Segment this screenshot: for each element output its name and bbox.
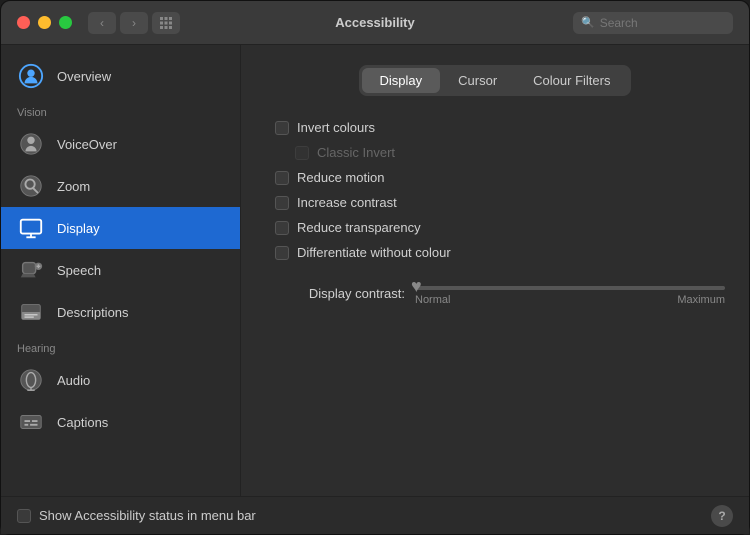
invert-colours-checkbox[interactable] bbox=[275, 121, 289, 135]
grid-button[interactable] bbox=[152, 12, 180, 34]
forward-button[interactable]: › bbox=[120, 12, 148, 34]
tab-display[interactable]: Display bbox=[362, 68, 441, 93]
search-input[interactable] bbox=[600, 16, 725, 30]
forward-icon: › bbox=[132, 16, 136, 30]
window: ‹ › Accessibility 🔍 bbox=[0, 0, 750, 535]
search-bar[interactable]: 🔍 bbox=[573, 12, 733, 34]
slider-labels: Normal Maximum bbox=[415, 294, 725, 306]
overview-icon bbox=[17, 62, 45, 90]
reduce-transparency-label: Reduce transparency bbox=[297, 220, 421, 235]
close-button[interactable] bbox=[17, 16, 30, 29]
traffic-lights bbox=[17, 16, 72, 29]
grid-icon bbox=[159, 16, 173, 30]
sidebar-item-overview[interactable]: Overview bbox=[1, 55, 240, 97]
bottom-bar: Show Accessibility status in menu bar ? bbox=[1, 496, 749, 534]
help-button[interactable]: ? bbox=[711, 505, 733, 527]
reduce-motion-row: Reduce motion bbox=[275, 166, 725, 189]
vision-section-label: Vision bbox=[1, 97, 240, 123]
nav-buttons: ‹ › bbox=[88, 12, 148, 34]
audio-label: Audio bbox=[57, 373, 90, 388]
zoom-label: Zoom bbox=[57, 179, 90, 194]
differentiate-without-colour-row: Differentiate without colour bbox=[275, 241, 725, 264]
zoom-icon bbox=[17, 172, 45, 200]
tab-colour-filters[interactable]: Colour Filters bbox=[515, 68, 628, 93]
slider-thumb: ♥ bbox=[411, 276, 422, 297]
main-content: Overview Vision VoiceOver bbox=[1, 45, 749, 496]
reduce-motion-checkbox[interactable] bbox=[275, 171, 289, 185]
sidebar: Overview Vision VoiceOver bbox=[1, 45, 241, 496]
maximize-button[interactable] bbox=[59, 16, 72, 29]
overview-label: Overview bbox=[57, 69, 111, 84]
title-bar: ‹ › Accessibility 🔍 bbox=[1, 1, 749, 45]
sidebar-item-descriptions[interactable]: Descriptions bbox=[1, 291, 240, 333]
slider-label: Display contrast: bbox=[275, 286, 405, 301]
back-button[interactable]: ‹ bbox=[88, 12, 116, 34]
window-title: Accessibility bbox=[335, 15, 415, 30]
reduce-transparency-row: Reduce transparency bbox=[275, 216, 725, 239]
classic-invert-label: Classic Invert bbox=[317, 145, 395, 160]
increase-contrast-label: Increase contrast bbox=[297, 195, 397, 210]
status-menu-bar-row: Show Accessibility status in menu bar bbox=[17, 508, 256, 523]
display-contrast-section: Display contrast: ♥ Normal Maximum bbox=[265, 280, 725, 306]
increase-contrast-row: Increase contrast bbox=[275, 191, 725, 214]
slider-row: Display contrast: ♥ Normal Maximum bbox=[275, 280, 725, 306]
sidebar-item-speech[interactable]: Speech bbox=[1, 249, 240, 291]
hearing-section-label: Hearing bbox=[1, 333, 240, 359]
display-label: Display bbox=[57, 221, 100, 236]
increase-contrast-checkbox[interactable] bbox=[275, 196, 289, 210]
slider-maximum-label: Maximum bbox=[677, 294, 725, 306]
tab-cursor[interactable]: Cursor bbox=[440, 68, 515, 93]
back-icon: ‹ bbox=[100, 16, 104, 30]
status-menu-bar-checkbox[interactable] bbox=[17, 509, 31, 523]
sidebar-item-zoom[interactable]: Zoom bbox=[1, 165, 240, 207]
options-list: Invert colours Classic Invert Reduce mot… bbox=[265, 116, 725, 264]
voiceover-label: VoiceOver bbox=[57, 137, 117, 152]
audio-icon bbox=[17, 366, 45, 394]
reduce-motion-label: Reduce motion bbox=[297, 170, 384, 185]
sidebar-item-audio[interactable]: Audio bbox=[1, 359, 240, 401]
speech-icon bbox=[17, 256, 45, 284]
speech-label: Speech bbox=[57, 263, 101, 278]
descriptions-label: Descriptions bbox=[57, 305, 129, 320]
captions-label: Captions bbox=[57, 415, 108, 430]
tab-bar: Display Cursor Colour Filters bbox=[359, 65, 632, 96]
sidebar-item-voiceover[interactable]: VoiceOver bbox=[1, 123, 240, 165]
help-icon: ? bbox=[718, 509, 725, 523]
voiceover-icon bbox=[17, 130, 45, 158]
status-menu-bar-label: Show Accessibility status in menu bar bbox=[39, 508, 256, 523]
invert-colours-label: Invert colours bbox=[297, 120, 375, 135]
differentiate-without-colour-label: Differentiate without colour bbox=[297, 245, 451, 260]
sidebar-item-captions[interactable]: Captions bbox=[1, 401, 240, 443]
invert-colours-row: Invert colours bbox=[275, 116, 725, 139]
display-icon bbox=[17, 214, 45, 242]
sidebar-item-display[interactable]: Display bbox=[1, 207, 240, 249]
reduce-transparency-checkbox[interactable] bbox=[275, 221, 289, 235]
slider-container: ♥ Normal Maximum bbox=[415, 280, 725, 306]
differentiate-without-colour-checkbox[interactable] bbox=[275, 246, 289, 260]
classic-invert-checkbox[interactable] bbox=[295, 146, 309, 160]
content-area: Display Cursor Colour Filters Invert col… bbox=[241, 45, 749, 496]
slider-track[interactable]: ♥ bbox=[415, 286, 725, 290]
classic-invert-row: Classic Invert bbox=[275, 141, 725, 164]
search-icon: 🔍 bbox=[581, 16, 595, 29]
minimize-button[interactable] bbox=[38, 16, 51, 29]
descriptions-icon bbox=[17, 298, 45, 326]
captions-icon bbox=[17, 408, 45, 436]
